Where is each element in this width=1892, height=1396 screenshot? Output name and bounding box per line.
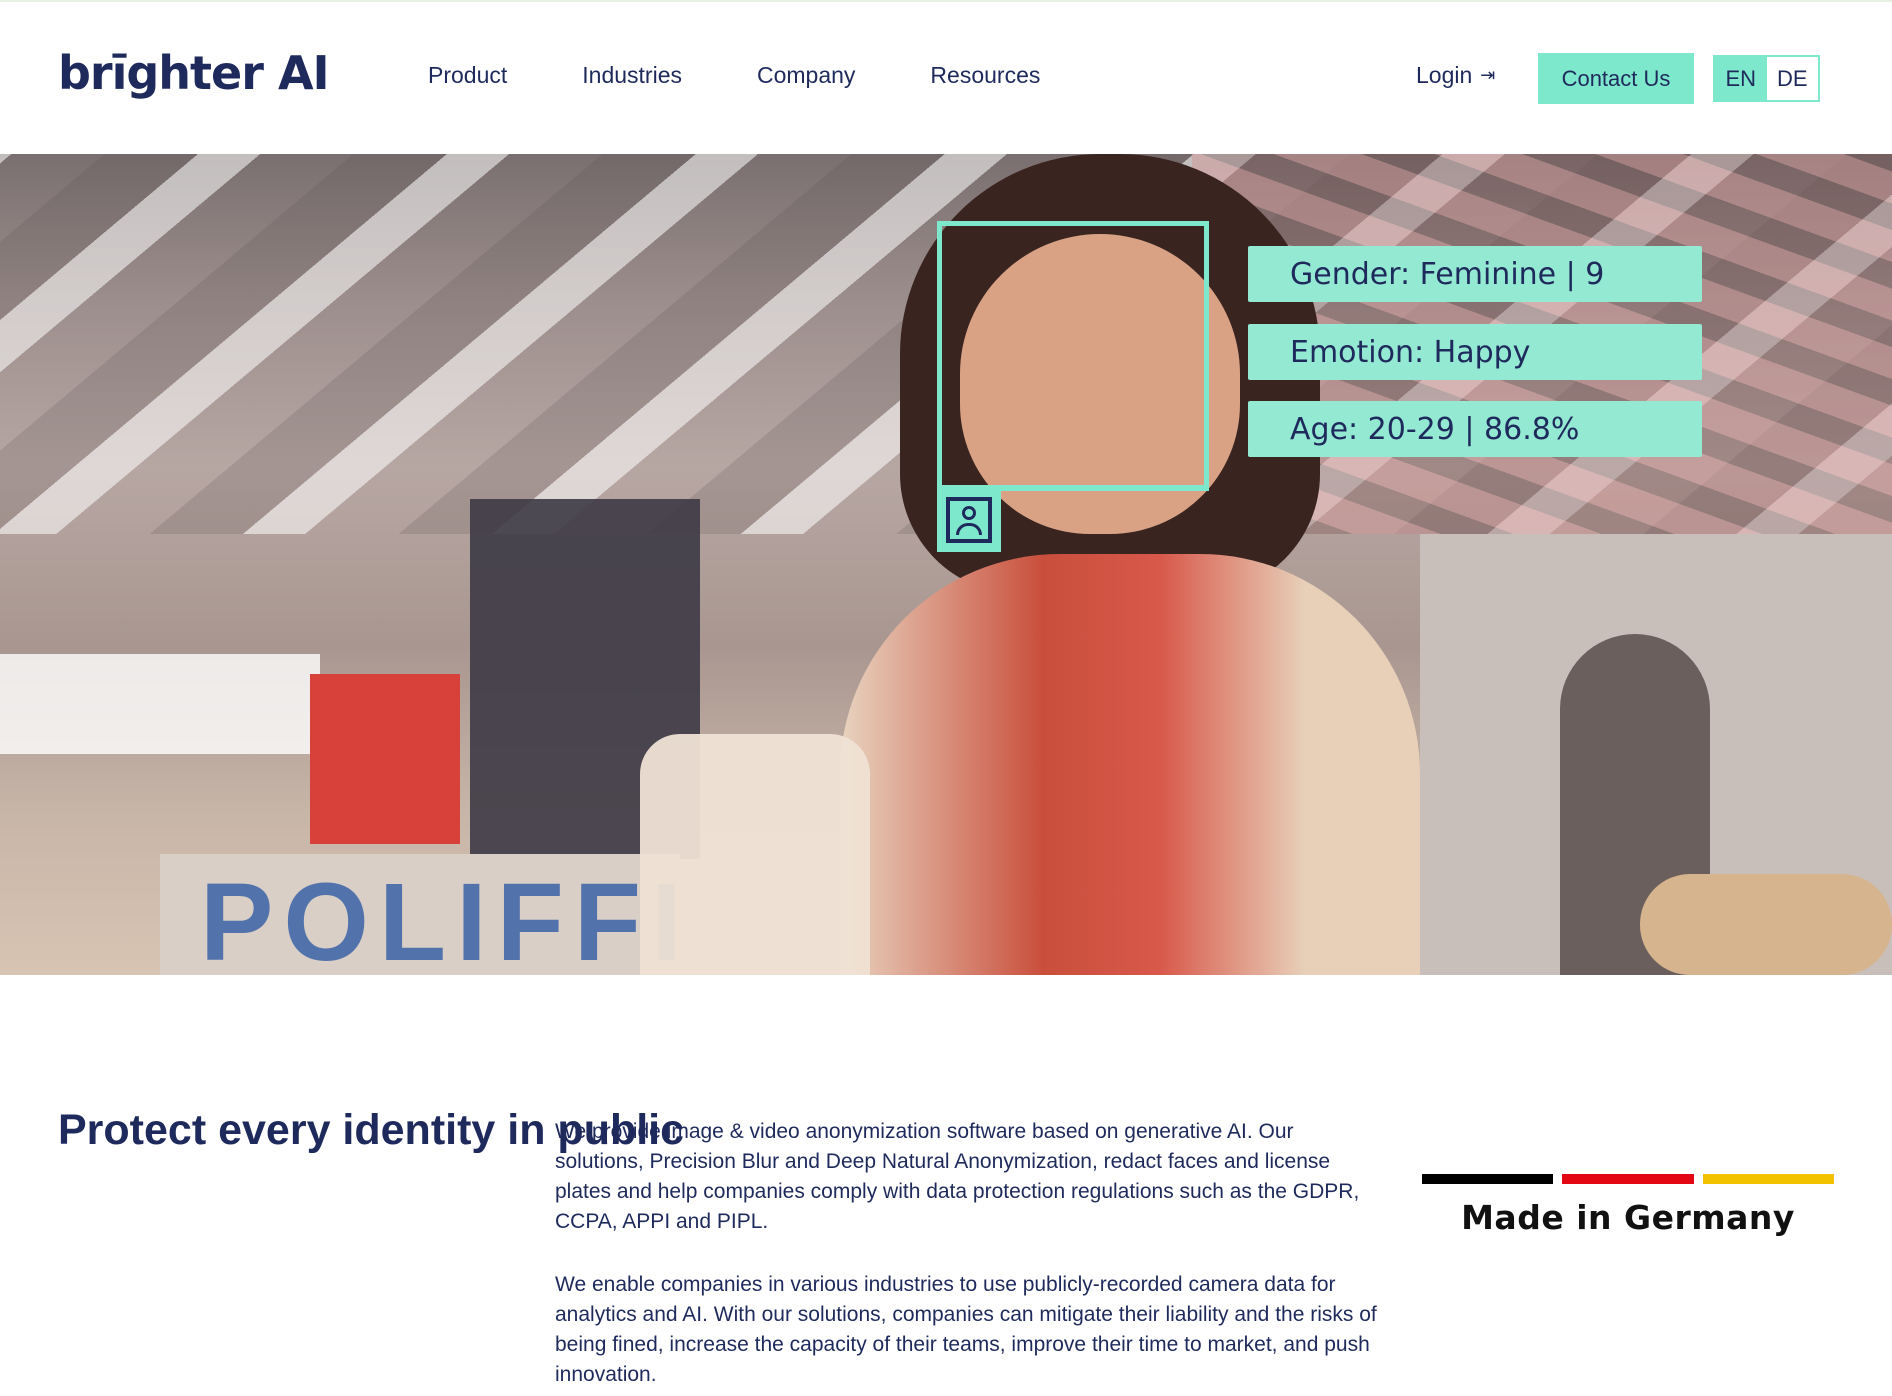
flag-bar-black: [1422, 1174, 1554, 1184]
person-body: [840, 554, 1420, 975]
nav-industries[interactable]: Industries: [582, 62, 682, 89]
login-label: Login: [1416, 62, 1473, 88]
lang-de[interactable]: DE: [1767, 57, 1819, 100]
main-nav: Product Industries Company Resources: [428, 62, 1115, 89]
hero-image: POLIFFI Gender: Feminine | 9 Emotion: Ha…: [0, 154, 1892, 975]
flag-bar-gold: [1702, 1174, 1834, 1184]
nav-product[interactable]: Product: [428, 62, 507, 89]
nav-resources[interactable]: Resources: [930, 62, 1040, 89]
lang-en[interactable]: EN: [1715, 57, 1767, 100]
intro-paragraph-1: We provide image & video anonymization s…: [555, 1120, 1360, 1233]
intro-paragraph-2: We enable companies in various industrie…: [555, 1273, 1377, 1386]
nav-company[interactable]: Company: [757, 62, 855, 89]
background-banner-lettering: POLIFFI: [200, 861, 692, 975]
bread-display: [1640, 874, 1892, 975]
age-tag: Age: 20-29 | 86.8%: [1248, 401, 1702, 457]
made-in-germany-label: Made in Germany: [1461, 1198, 1795, 1237]
contact-us-button[interactable]: Contact Us: [1538, 53, 1694, 104]
flag-bar-red: [1562, 1174, 1694, 1184]
background-light: [0, 654, 320, 754]
made-in-germany-badge: Made in Germany: [1422, 1174, 1834, 1237]
login-arrow-icon: ⇥: [1480, 65, 1496, 85]
emotion-tag: Emotion: Happy: [1248, 324, 1702, 380]
german-flag-bars: [1422, 1174, 1834, 1184]
language-switcher: EN DE: [1713, 55, 1820, 102]
site-header: brīghter AI Product Industries Company R…: [0, 2, 1892, 154]
login-link[interactable]: Login ⇥: [1416, 62, 1495, 89]
gender-tag: Gender: Feminine | 9: [1248, 246, 1702, 302]
background-red-sign: [310, 674, 460, 844]
brighter-ai-logo[interactable]: brīghter AI: [58, 46, 330, 100]
face-detection-box: [937, 221, 1209, 491]
mesh-bag: [640, 734, 870, 975]
person-id-icon: [937, 488, 1001, 552]
